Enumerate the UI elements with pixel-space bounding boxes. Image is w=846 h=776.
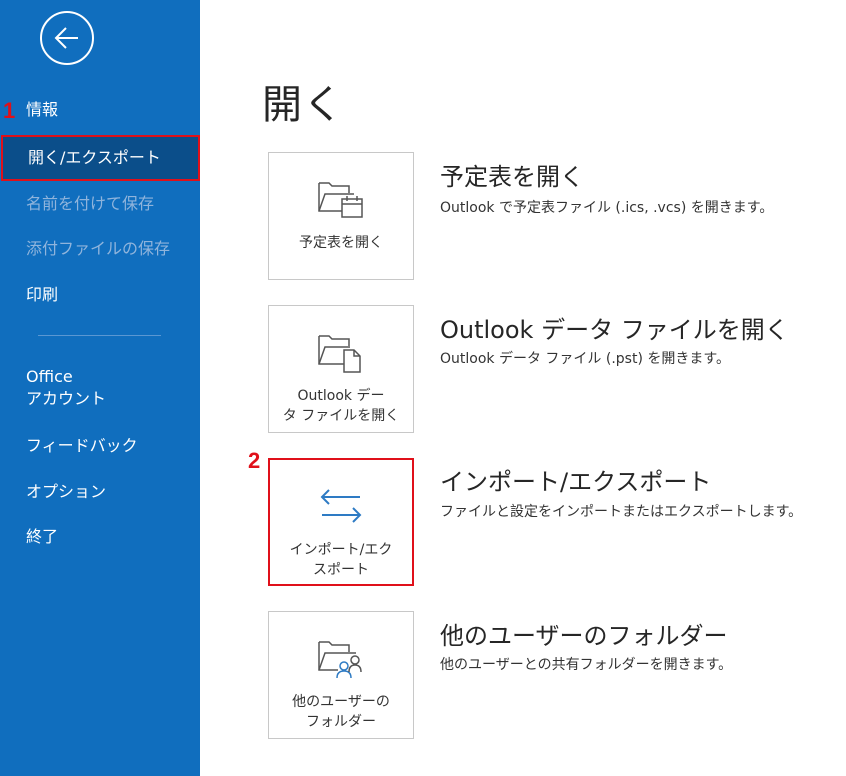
tile-label: 他のユーザーの フォルダー <box>280 692 402 732</box>
tile-label: 予定表を開く <box>299 235 383 251</box>
other-users-folder-title: 他のユーザーのフォルダー <box>440 622 728 650</box>
shared-folder-icon <box>318 641 362 679</box>
other-users-folder-description: 他のユーザーとの共有フォルダーを開きます。 <box>440 657 733 673</box>
tile-label-line2: スポート <box>313 562 369 578</box>
nav-item-info[interactable]: 情報 <box>0 99 200 121</box>
nav-item-office-account[interactable]: Office アカウント <box>0 366 200 410</box>
open-calendar-title: 予定表を開く <box>440 163 584 191</box>
nav-item-exit[interactable]: 終了 <box>0 526 200 548</box>
import-export-tile[interactable]: インポート/エク スポート <box>268 458 414 586</box>
open-data-file-description: Outlook データ ファイル (.pst) を開きます。 <box>440 351 730 367</box>
calendar-folder-icon <box>318 182 363 218</box>
nav-item-open-export[interactable]: 開く/エクスポート <box>1 135 200 181</box>
other-users-folder-tile[interactable]: 他のユーザーの フォルダー <box>268 611 414 739</box>
tile-label: Outlook デー タ ファイルを開く <box>271 386 411 426</box>
nav-item-label: 開く/エクスポート <box>28 148 161 167</box>
nav-item-label-line1: Office <box>26 367 73 386</box>
tile-label: インポート/エク スポート <box>278 540 405 580</box>
back-button[interactable] <box>40 11 94 65</box>
tile-label-line1: Outlook デー <box>297 388 385 404</box>
data-file-folder-icon <box>318 335 361 373</box>
page-title: 開く <box>262 82 344 128</box>
tile-label-line2: フォルダー <box>305 714 376 730</box>
open-data-file-title: Outlook データ ファイルを開く <box>440 316 789 344</box>
back-arrow-icon <box>54 27 78 49</box>
open-calendar-description: Outlook で予定表ファイル (.ics, .vcs) を開きます。 <box>440 200 774 216</box>
nav-item-print[interactable]: 印刷 <box>0 284 200 306</box>
import-export-title: インポート/エクスポート <box>440 468 712 496</box>
nav-item-save-attachments[interactable]: 添付ファイルの保存 <box>0 238 200 260</box>
tile-label-line2: タ ファイルを開く <box>282 408 400 424</box>
import-export-arrows-icon <box>320 489 362 523</box>
tile-label-line1: インポート/エク <box>289 542 393 558</box>
import-export-description: ファイルと設定をインポートまたはエクスポートします。 <box>440 504 803 520</box>
nav-item-feedback[interactable]: フィードバック <box>0 435 200 457</box>
nav-item-options[interactable]: オプション <box>0 481 200 503</box>
open-data-file-tile[interactable]: Outlook デー タ ファイルを開く <box>268 305 414 433</box>
open-calendar-tile[interactable]: 予定表を開く <box>268 152 414 280</box>
backstage-sidebar: 情報 開く/エクスポート 名前を付けて保存 添付ファイルの保存 印刷 Offic… <box>0 0 200 776</box>
nav-item-save-as[interactable]: 名前を付けて保存 <box>0 193 200 215</box>
sidebar-divider <box>38 335 161 336</box>
step-number-1: 1 <box>3 98 16 123</box>
nav-item-label-line2: アカウント <box>26 389 107 408</box>
step-number-2: 2 <box>248 448 261 473</box>
tile-label-line1: 他のユーザーの <box>292 694 390 710</box>
